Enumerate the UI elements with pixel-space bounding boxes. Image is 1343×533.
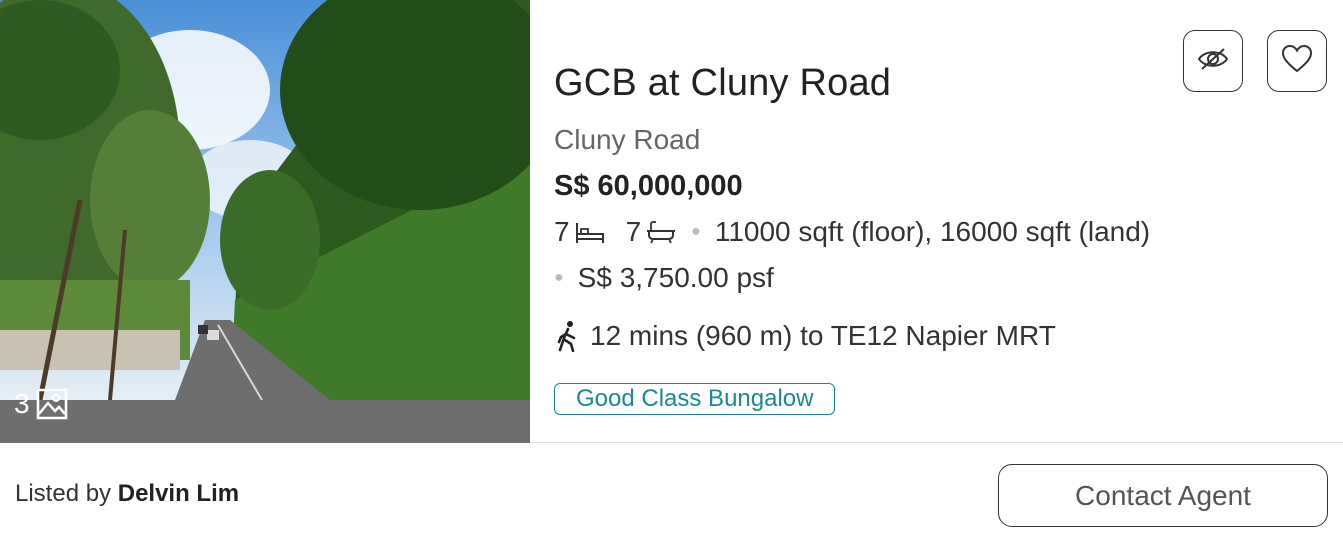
photo-count[interactable]: 3 [14,388,68,420]
listing-psf: S$ 3,750.00 psf [577,262,774,293]
walking-person-icon [554,320,582,352]
image-icon [36,388,68,420]
heart-icon [1281,44,1313,79]
bath-count: 7 [625,216,642,247]
listing-area: 11000 sqft (floor), 16000 sqft (land) [714,216,1151,247]
agent-name[interactable]: Delvin Lim [118,480,239,507]
bed-icon [574,220,606,244]
contact-agent-button[interactable]: Contact Agent [998,464,1328,527]
listing-psf-row: ● S$ 3,750.00 psf [554,262,774,294]
bed-count: 7 [554,216,570,247]
listing-title[interactable]: GCB at Cluny Road [554,62,891,105]
separator-dot: ● [691,223,701,240]
listing-card[interactable]: 3 GCB at Cluny Road Cluny Road S$ 60,000… [0,0,1343,533]
bathtub-icon [645,220,677,244]
listed-by: Listed by Delvin Lim [15,480,239,508]
hide-listing-button[interactable] [1183,30,1243,92]
separator-dot: ● [554,269,564,286]
mrt-distance-text: 12 mins (960 m) to TE12 Napier MRT [590,320,1056,351]
footer-divider [530,442,1343,443]
favorite-button[interactable] [1267,30,1327,92]
property-type-tag[interactable]: Good Class Bungalow [554,383,836,415]
eye-slash-icon [1197,47,1229,76]
listed-by-label: Listed by [15,480,118,507]
photo-count-value: 3 [14,388,30,419]
listing-photo[interactable]: 3 [0,0,530,443]
street-scene-image [0,0,530,401]
listing-street: Cluny Road [554,124,701,155]
mrt-distance: 12 mins (960 m) to TE12 Napier MRT [554,320,1056,352]
listing-specs: 7 7 ● 11000 sqft (floor), 16000 sqft (la… [554,216,1150,248]
photo-caption-bar [0,400,530,443]
listing-price: S$ 60,000,000 [554,170,743,202]
